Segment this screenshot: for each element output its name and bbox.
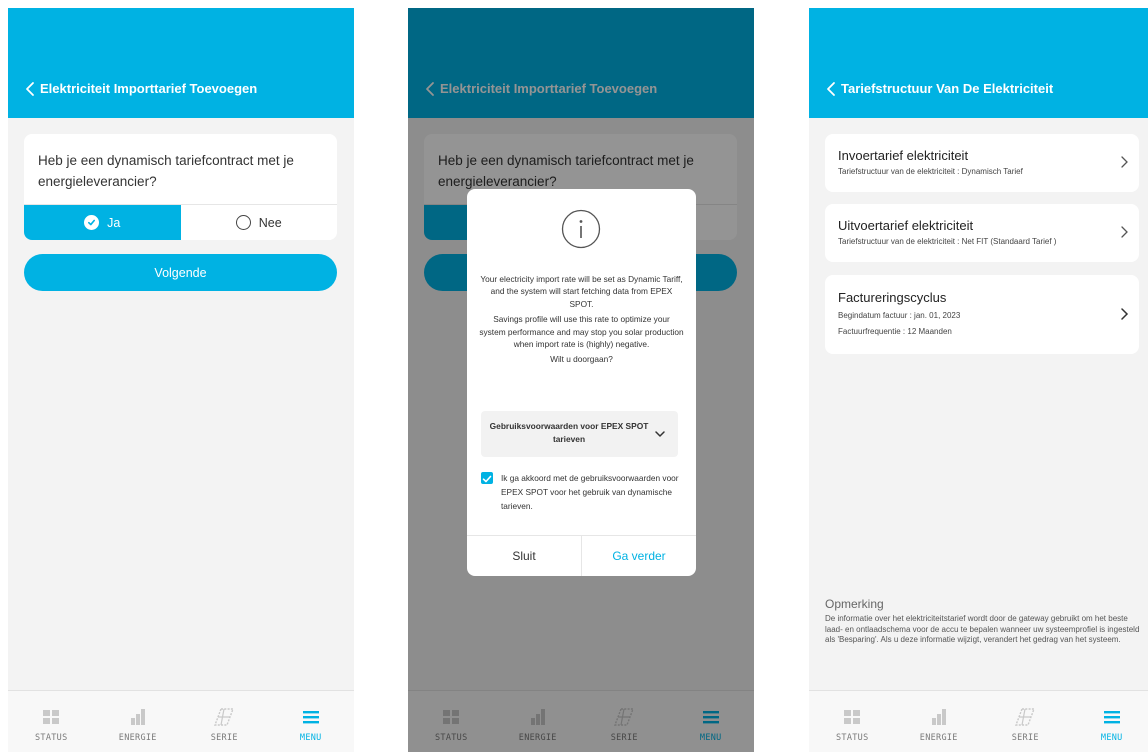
billing-cycle-card[interactable]: Factureringscyclus Begindatum factuur : …	[825, 275, 1139, 354]
note-section: Opmerking De informatie over het elektri…	[825, 597, 1141, 646]
screen-tariff-structure: Tariefstructuur Van De Elektriciteit Inv…	[809, 8, 1148, 752]
dialog-para-2: Savings profile will use this rate to op…	[479, 314, 684, 350]
back-arrow-icon[interactable]	[22, 80, 40, 98]
screen-epex-confirm-dialog: Elektriciteit Importtarief Toevoegen Heb…	[408, 8, 754, 752]
chevron-right-icon	[1121, 308, 1129, 320]
status-grid-icon	[43, 710, 60, 724]
terms-accordion[interactable]: Gebruiksvoorwaarden voor EPEX SPOT tarie…	[481, 411, 678, 457]
menu-icon	[302, 711, 319, 724]
dialog-message: Your electricity import rate will be set…	[479, 273, 684, 369]
epex-confirm-dialog: Your electricity import rate will be set…	[467, 189, 696, 576]
card-detail: Tariefstructuur van de elektriciteit : D…	[838, 167, 1023, 176]
note-body: De informatie over het elektriciteitstar…	[825, 614, 1140, 645]
card-detail: Factuurfrequentie : 12 Maanden	[838, 327, 952, 336]
energy-bars-icon	[931, 709, 946, 725]
check-circle-icon	[84, 215, 100, 230]
note-title: Opmerking	[825, 597, 884, 611]
nav-label-menu: MENU	[1100, 733, 1123, 743]
nav-item-energie[interactable]: ENERGIE	[896, 691, 983, 752]
info-icon	[561, 209, 601, 249]
agree-checkbox[interactable]	[481, 472, 493, 484]
terms-accordion-title: Gebruiksvoorwaarden voor EPEX SPOT tarie…	[489, 421, 649, 444]
solar-panel-icon	[1015, 708, 1036, 726]
option-no-label: Nee	[258, 215, 282, 230]
nav-label-serie: SERIE	[1011, 733, 1039, 743]
close-button[interactable]: Sluit	[467, 536, 582, 576]
agree-label: Ik ga akkoord met de gebruiksvoorwaarden…	[501, 473, 679, 511]
app-header: Elektriciteit Importtarief Toevoegen	[8, 8, 354, 118]
next-button[interactable]: Volgende	[24, 254, 337, 291]
dialog-actions: Sluit Ga verder	[467, 535, 696, 576]
screen-add-import-tariff: Elektriciteit Importtarief Toevoegen Heb…	[8, 8, 354, 752]
dialog-question: Wilt u doorgaan?	[550, 354, 613, 365]
nav-label-status: STATUS	[835, 733, 869, 743]
continue-button[interactable]: Ga verder	[582, 536, 696, 576]
question-text: Heb je een dynamisch tariefcontract met …	[38, 153, 294, 189]
card-title: Factureringscyclus	[838, 290, 947, 305]
chevron-right-icon	[1121, 226, 1128, 238]
nav-item-menu[interactable]: MENU	[268, 691, 355, 752]
question-card: Heb je een dynamisch tariefcontract met …	[24, 134, 337, 240]
yes-no-toggle: Ja Nee	[24, 204, 337, 240]
bottom-nav: STATUS ENERGIE SERIE MENU	[809, 690, 1148, 752]
nav-item-menu[interactable]: MENU	[1069, 691, 1148, 752]
nav-item-serie[interactable]: SERIE	[181, 691, 268, 752]
chevron-right-icon	[1121, 156, 1128, 168]
nav-item-energie[interactable]: ENERGIE	[95, 691, 182, 752]
app-header: Tariefstructuur Van De Elektriciteit	[809, 8, 1148, 118]
nav-label-status: STATUS	[34, 733, 68, 743]
nav-label-menu: MENU	[299, 733, 322, 743]
option-yes[interactable]: Ja	[24, 205, 181, 240]
card-title: Uitvoertarief elektriciteit	[838, 218, 974, 233]
checkmark-icon	[482, 475, 492, 483]
nav-item-status[interactable]: STATUS	[809, 691, 896, 752]
option-yes-label: Ja	[107, 215, 121, 230]
nav-label-energie: ENERGIE	[118, 733, 157, 743]
radio-empty-icon	[235, 215, 251, 230]
card-detail: Begindatum factuur : jan. 01, 2023	[838, 311, 961, 320]
dialog-para-1: Your electricity import rate will be set…	[480, 274, 683, 309]
nav-label-serie: SERIE	[210, 733, 238, 743]
card-title: Invoertarief elektriciteit	[838, 148, 969, 163]
import-tariff-card[interactable]: Invoertarief elektriciteit Tariefstructu…	[825, 134, 1139, 192]
nav-label-energie: ENERGIE	[919, 733, 958, 743]
solar-panel-icon	[214, 708, 235, 726]
nav-item-serie[interactable]: SERIE	[982, 691, 1069, 752]
menu-icon	[1103, 711, 1120, 724]
energy-bars-icon	[130, 709, 145, 725]
page-title: Tariefstructuur Van De Elektriciteit	[841, 81, 1054, 96]
back-arrow-icon[interactable]	[823, 80, 841, 98]
page-title: Elektriciteit Importtarief Toevoegen	[40, 81, 258, 96]
card-detail: Tariefstructuur van de elektriciteit : N…	[838, 237, 1057, 246]
nav-item-status[interactable]: STATUS	[8, 691, 95, 752]
option-no[interactable]: Nee	[180, 205, 337, 240]
chevron-down-icon	[655, 431, 665, 437]
export-tariff-card[interactable]: Uitvoertarief elektriciteit Tariefstruct…	[825, 204, 1139, 262]
status-grid-icon	[844, 710, 861, 724]
bottom-nav: STATUS ENERGIE SERIE MENU	[8, 690, 354, 752]
